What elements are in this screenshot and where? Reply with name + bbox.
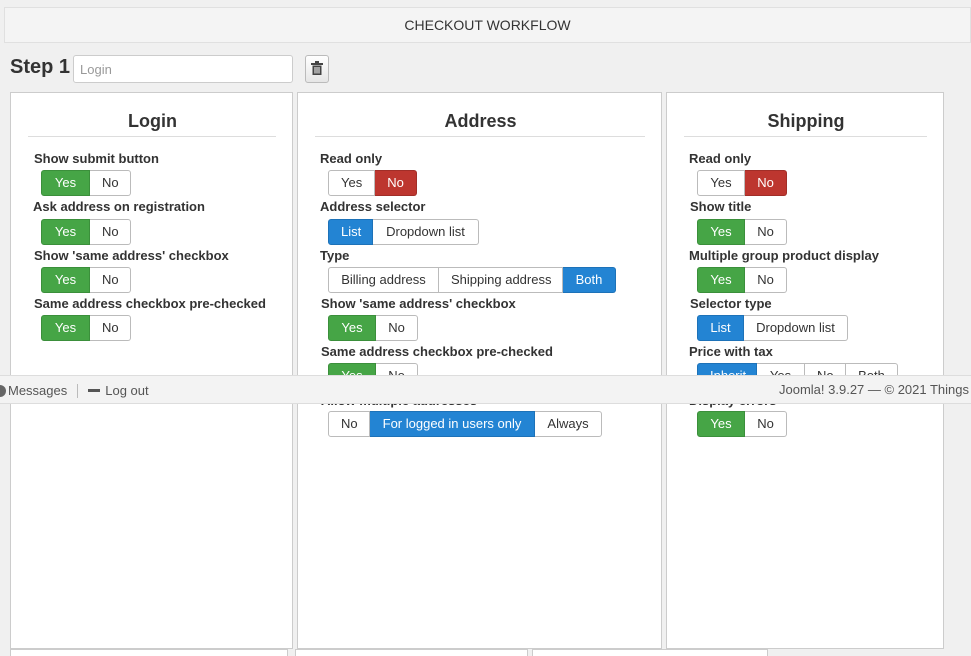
- selector-type-toggle: List Dropdown list: [697, 315, 848, 341]
- ask-address-toggle: Yes No: [41, 219, 131, 245]
- show-same-address-label: Show 'same address' checkbox: [34, 248, 229, 263]
- separator: [77, 383, 79, 398]
- logout-link[interactable]: Log out: [105, 383, 148, 398]
- divider: [684, 136, 927, 137]
- multiple-group-display-label: Multiple group product display: [689, 248, 879, 263]
- address-selector-toggle: List Dropdown list: [328, 219, 479, 245]
- minus-icon: [88, 389, 101, 392]
- list-option[interactable]: List: [697, 315, 744, 341]
- allow-multiple-addresses-toggle: No For logged in users only Always: [328, 411, 602, 437]
- address-panel: Address Read only Yes No Address selecto…: [297, 92, 662, 649]
- no-option[interactable]: No: [90, 315, 131, 341]
- price-with-tax-label: Price with tax: [689, 344, 773, 359]
- logged-in-only-option[interactable]: For logged in users only: [370, 411, 535, 437]
- show-title-label: Show title: [690, 199, 752, 214]
- show-same-address-label: Show 'same address' checkbox: [321, 296, 516, 311]
- trash-icon: [311, 60, 323, 78]
- no-option[interactable]: No: [90, 267, 131, 293]
- no-option[interactable]: No: [745, 411, 787, 437]
- address-panel-title: Address: [444, 111, 517, 131]
- shipping-panel-title: Shipping: [767, 111, 845, 131]
- show-title-toggle: Yes No: [697, 219, 787, 245]
- address-selector-label: Address selector: [320, 199, 426, 214]
- multiple-group-display-toggle: Yes No: [697, 267, 787, 293]
- yes-option[interactable]: Yes: [328, 315, 376, 341]
- step-label: Step 1: [10, 56, 71, 78]
- yes-option[interactable]: Yes: [328, 170, 375, 196]
- show-submit-button-label: Show submit button: [34, 151, 159, 166]
- read-only-toggle: Yes No: [697, 170, 787, 196]
- show-same-address-toggle: Yes No: [328, 315, 418, 341]
- admin-status-bar: Messages Log out Joomla! 3.9.27 — © 2021…: [0, 375, 971, 404]
- yes-option[interactable]: Yes: [697, 219, 745, 245]
- divider: [28, 136, 276, 137]
- step-name-input[interactable]: [73, 55, 293, 83]
- list-option[interactable]: List: [328, 219, 373, 245]
- messages-link[interactable]: Messages: [8, 383, 67, 398]
- show-submit-button-toggle: Yes No: [41, 170, 131, 196]
- always-option[interactable]: Always: [535, 411, 602, 437]
- type-toggle: Billing address Shipping address Both: [328, 267, 616, 293]
- both-option[interactable]: Both: [563, 267, 616, 293]
- footer-text: Joomla! 3.9.27 — © 2021 Things o: [779, 382, 971, 397]
- page-title: CHECKOUT WORKFLOW: [404, 17, 571, 33]
- no-option[interactable]: No: [745, 219, 787, 245]
- read-only-toggle: Yes No: [328, 170, 417, 196]
- workflow-header: CHECKOUT WORKFLOW: [4, 7, 971, 43]
- selector-type-label: Selector type: [690, 296, 772, 311]
- no-option[interactable]: No: [745, 170, 787, 196]
- yes-option[interactable]: Yes: [697, 411, 745, 437]
- yes-option[interactable]: Yes: [41, 315, 90, 341]
- shipping-panel: Shipping Read only Yes No Show title Yes…: [666, 92, 944, 649]
- same-address-prechecked-label: Same address checkbox pre-checked: [34, 296, 266, 311]
- messages-icon: [0, 384, 6, 397]
- yes-option[interactable]: Yes: [41, 219, 90, 245]
- billing-address-option[interactable]: Billing address: [328, 267, 439, 293]
- read-only-label: Read only: [689, 151, 752, 166]
- no-option[interactable]: No: [745, 267, 787, 293]
- next-step-panel: [10, 649, 288, 656]
- shipping-address-option[interactable]: Shipping address: [439, 267, 563, 293]
- no-option[interactable]: No: [375, 170, 417, 196]
- next-step-panel: [295, 649, 528, 656]
- no-option[interactable]: No: [90, 219, 131, 245]
- no-option[interactable]: No: [90, 170, 131, 196]
- login-panel-title: Login: [128, 111, 177, 131]
- dropdown-list-option[interactable]: Dropdown list: [744, 315, 848, 341]
- dropdown-list-option[interactable]: Dropdown list: [373, 219, 479, 245]
- yes-option[interactable]: Yes: [697, 267, 745, 293]
- same-address-prechecked-toggle: Yes No: [41, 315, 131, 341]
- yes-option[interactable]: Yes: [41, 170, 90, 196]
- type-label: Type: [320, 248, 350, 263]
- display-errors-toggle: Yes No: [697, 411, 787, 437]
- login-panel: Login Show submit button Yes No Ask addr…: [10, 92, 293, 649]
- yes-option[interactable]: Yes: [697, 170, 745, 196]
- next-step-panel: [532, 649, 768, 656]
- same-address-prechecked-label: Same address checkbox pre-checked: [321, 344, 553, 359]
- show-same-address-toggle: Yes No: [41, 267, 131, 293]
- yes-option[interactable]: Yes: [41, 267, 90, 293]
- divider: [315, 136, 645, 137]
- no-option[interactable]: No: [328, 411, 370, 437]
- delete-step-button[interactable]: [305, 55, 329, 83]
- no-option[interactable]: No: [376, 315, 418, 341]
- ask-address-label: Ask address on registration: [33, 199, 205, 214]
- read-only-label: Read only: [320, 151, 383, 166]
